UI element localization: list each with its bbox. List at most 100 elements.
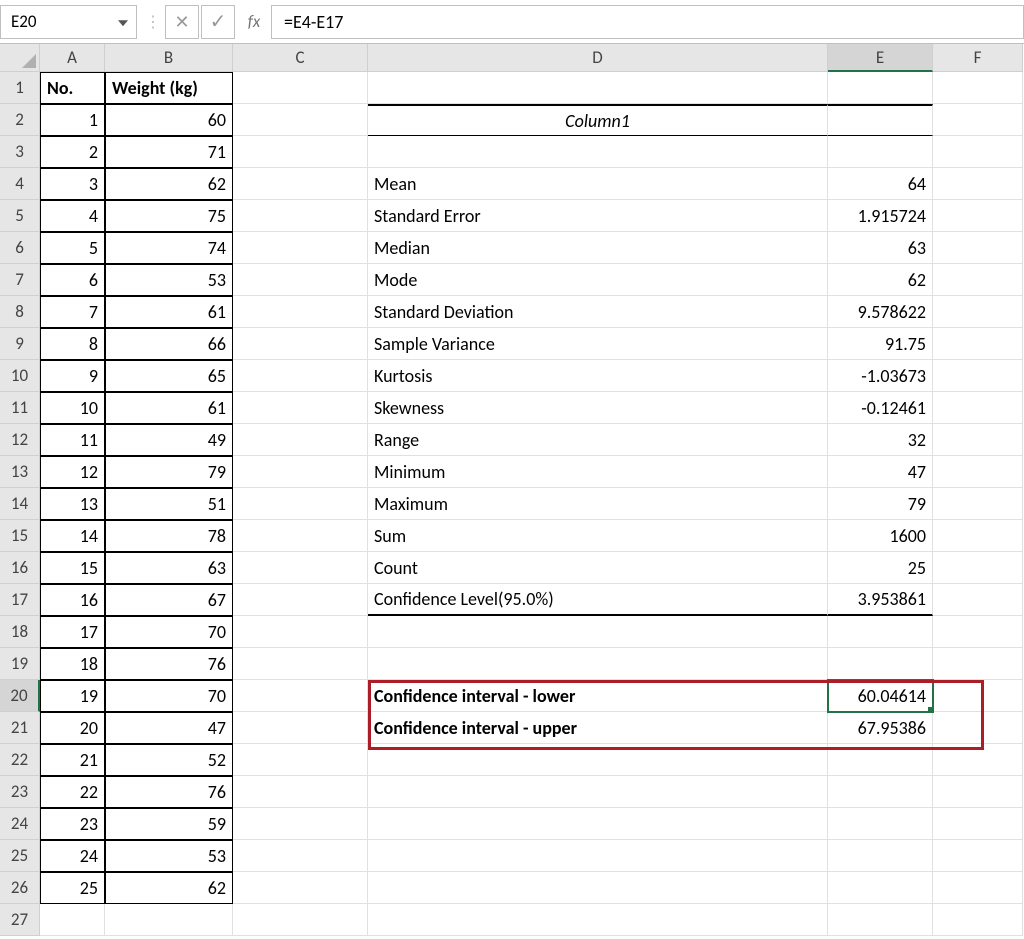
cell-C9[interactable] <box>233 328 368 360</box>
cell-B12[interactable]: 49 <box>105 424 233 456</box>
select-all-corner[interactable] <box>0 44 40 72</box>
cell-F27[interactable] <box>933 904 1023 936</box>
cell-E21[interactable]: 67.95386 <box>828 712 933 744</box>
cell-E1[interactable] <box>828 72 933 104</box>
cell-D15[interactable]: Sum <box>368 520 828 552</box>
cell-A15[interactable]: 14 <box>40 520 105 552</box>
row-header-22[interactable]: 22 <box>0 744 40 776</box>
cell-A2[interactable]: 1 <box>40 104 105 136</box>
cell-D12[interactable]: Range <box>368 424 828 456</box>
cell-F24[interactable] <box>933 808 1023 840</box>
cell-A27[interactable] <box>40 904 105 936</box>
row-header-15[interactable]: 15 <box>0 520 40 552</box>
row-header-27[interactable]: 27 <box>0 904 40 936</box>
cell-C14[interactable] <box>233 488 368 520</box>
cell-F15[interactable] <box>933 520 1023 552</box>
cell-E7[interactable]: 62 <box>828 264 933 296</box>
cell-E15[interactable]: 1600 <box>828 520 933 552</box>
cell-D2[interactable]: Column1 <box>368 104 828 136</box>
cell-F21[interactable] <box>933 712 1023 744</box>
cell-A18[interactable]: 17 <box>40 616 105 648</box>
cell-B26[interactable]: 62 <box>105 872 233 904</box>
cell-B14[interactable]: 51 <box>105 488 233 520</box>
cell-A12[interactable]: 11 <box>40 424 105 456</box>
cell-E27[interactable] <box>828 904 933 936</box>
cell-B9[interactable]: 66 <box>105 328 233 360</box>
cell-C4[interactable] <box>233 168 368 200</box>
cell-D26[interactable] <box>368 872 828 904</box>
cell-A1[interactable]: No. <box>40 72 105 104</box>
cell-E4[interactable]: 64 <box>828 168 933 200</box>
cell-E14[interactable]: 79 <box>828 488 933 520</box>
cell-F14[interactable] <box>933 488 1023 520</box>
cell-F5[interactable] <box>933 200 1023 232</box>
row-header-16[interactable]: 16 <box>0 552 40 584</box>
cell-A25[interactable]: 24 <box>40 840 105 872</box>
cell-B18[interactable]: 70 <box>105 616 233 648</box>
cell-F23[interactable] <box>933 776 1023 808</box>
cell-A8[interactable]: 7 <box>40 296 105 328</box>
cell-D27[interactable] <box>368 904 828 936</box>
cell-C25[interactable] <box>233 840 368 872</box>
cell-C3[interactable] <box>233 136 368 168</box>
name-box[interactable]: E20 <box>0 5 137 39</box>
cell-D24[interactable] <box>368 808 828 840</box>
row-header-12[interactable]: 12 <box>0 424 40 456</box>
cell-E26[interactable] <box>828 872 933 904</box>
cell-F3[interactable] <box>933 136 1023 168</box>
cell-B17[interactable]: 67 <box>105 584 233 616</box>
cell-A5[interactable]: 4 <box>40 200 105 232</box>
confirm-icon[interactable]: ✓ <box>201 5 235 39</box>
cell-D11[interactable]: Skewness <box>368 392 828 424</box>
cell-B5[interactable]: 75 <box>105 200 233 232</box>
cell-B1[interactable]: Weight (kg) <box>105 72 233 104</box>
col-header-F[interactable]: F <box>933 44 1023 72</box>
cell-A20[interactable]: 19 <box>40 680 105 712</box>
cell-D8[interactable]: Standard Deviation <box>368 296 828 328</box>
row-header-25[interactable]: 25 <box>0 840 40 872</box>
cell-B15[interactable]: 78 <box>105 520 233 552</box>
cell-C11[interactable] <box>233 392 368 424</box>
cell-A16[interactable]: 15 <box>40 552 105 584</box>
cell-E9[interactable]: 91.75 <box>828 328 933 360</box>
cell-D16[interactable]: Count <box>368 552 828 584</box>
cell-D9[interactable]: Sample Variance <box>368 328 828 360</box>
cell-E3[interactable] <box>828 136 933 168</box>
cell-D20[interactable]: Confidence interval - lower <box>368 680 828 712</box>
cell-F12[interactable] <box>933 424 1023 456</box>
cell-C13[interactable] <box>233 456 368 488</box>
cell-A23[interactable]: 22 <box>40 776 105 808</box>
cell-B2[interactable]: 60 <box>105 104 233 136</box>
col-header-A[interactable]: A <box>40 44 105 72</box>
row-header-11[interactable]: 11 <box>0 392 40 424</box>
row-header-18[interactable]: 18 <box>0 616 40 648</box>
row-header-19[interactable]: 19 <box>0 648 40 680</box>
cell-A10[interactable]: 9 <box>40 360 105 392</box>
cell-B22[interactable]: 52 <box>105 744 233 776</box>
cell-B27[interactable] <box>105 904 233 936</box>
row-header-6[interactable]: 6 <box>0 232 40 264</box>
cell-E24[interactable] <box>828 808 933 840</box>
cell-E22[interactable] <box>828 744 933 776</box>
cell-D21[interactable]: Confidence interval - upper <box>368 712 828 744</box>
row-header-1[interactable]: 1 <box>0 72 40 104</box>
cell-D4[interactable]: Mean <box>368 168 828 200</box>
cell-A19[interactable]: 18 <box>40 648 105 680</box>
cell-A11[interactable]: 10 <box>40 392 105 424</box>
cell-D22[interactable] <box>368 744 828 776</box>
cell-F1[interactable] <box>933 72 1023 104</box>
cell-C22[interactable] <box>233 744 368 776</box>
cell-D6[interactable]: Median <box>368 232 828 264</box>
cell-C24[interactable] <box>233 808 368 840</box>
cell-E11[interactable]: -0.12461 <box>828 392 933 424</box>
cell-E6[interactable]: 63 <box>828 232 933 264</box>
row-header-21[interactable]: 21 <box>0 712 40 744</box>
cell-B10[interactable]: 65 <box>105 360 233 392</box>
cell-E17[interactable]: 3.953861 <box>828 584 933 616</box>
cell-E12[interactable]: 32 <box>828 424 933 456</box>
cell-B16[interactable]: 63 <box>105 552 233 584</box>
row-header-20[interactable]: 20 <box>0 680 40 712</box>
cell-F10[interactable] <box>933 360 1023 392</box>
cell-F2[interactable] <box>933 104 1023 136</box>
cell-D18[interactable] <box>368 616 828 648</box>
